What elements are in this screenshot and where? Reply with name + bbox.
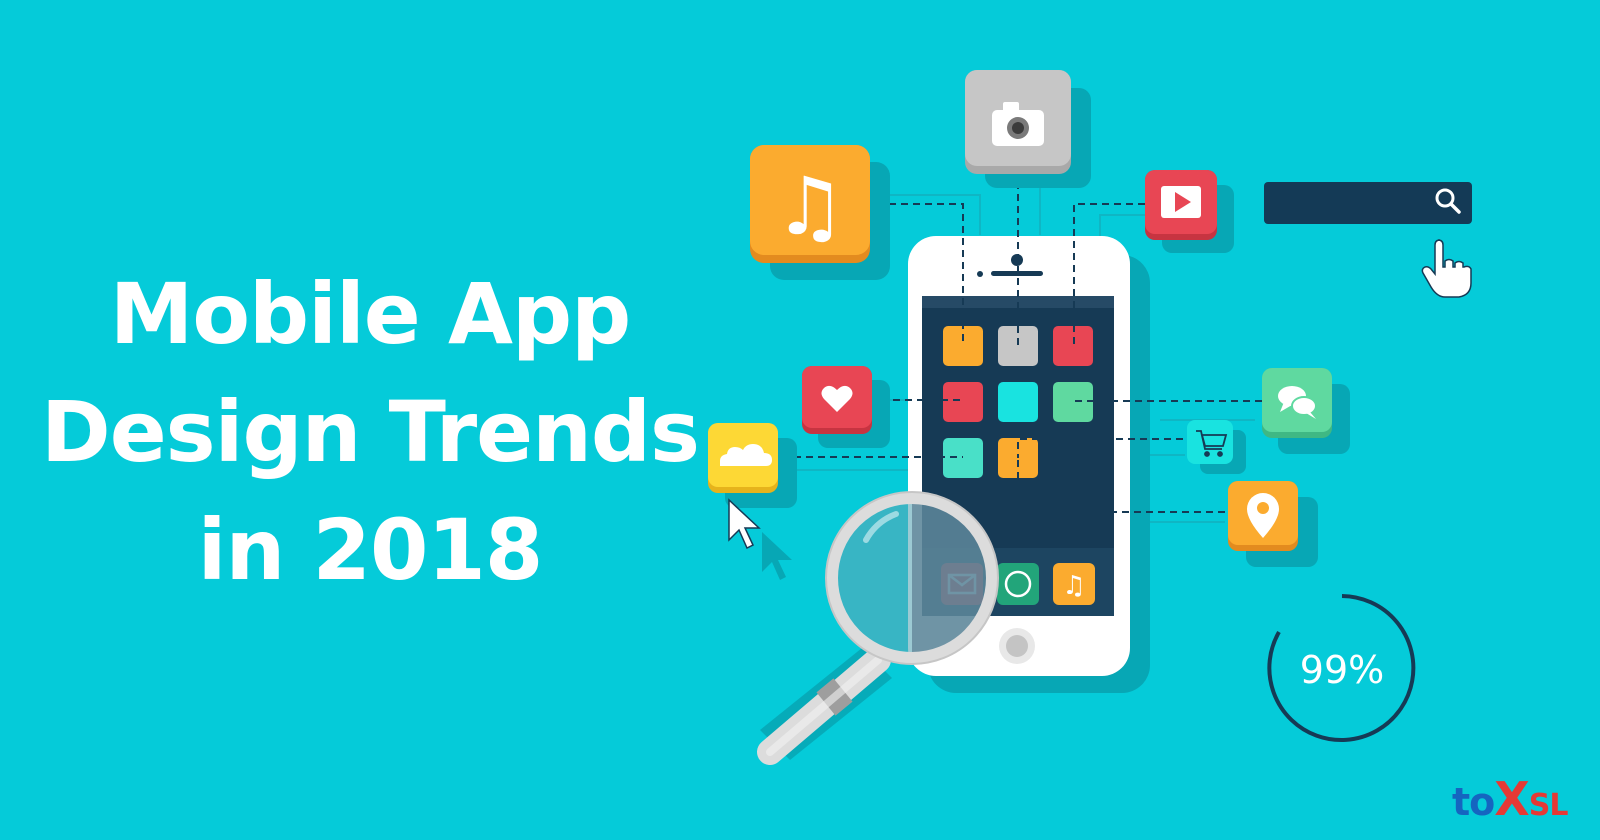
progress-ring: 99%	[1267, 594, 1416, 742]
magnifying-glass-icon	[757, 491, 999, 765]
cloud-app-tile[interactable]	[708, 423, 797, 508]
search-bar[interactable]	[1264, 182, 1472, 224]
phone-sensor	[977, 271, 983, 277]
hand-pointer-icon	[1421, 239, 1472, 298]
progress-label: 99%	[1300, 648, 1384, 692]
music-app-tile[interactable]: ♫	[750, 145, 890, 280]
brand-logo[interactable]: toXSL	[1452, 772, 1568, 826]
arrow-cursor-icon	[728, 498, 792, 580]
video-app-tile[interactable]	[1145, 170, 1234, 253]
heart-app-tile[interactable]	[802, 366, 890, 448]
location-app-tile[interactable]	[1228, 481, 1318, 567]
banner: Mobile App Design Trends in 2018 ♫ ♫ 99%…	[0, 0, 1600, 840]
dock-phone-app[interactable]	[997, 563, 1039, 605]
illustration: ♫ ♫ 99%	[708, 70, 1472, 765]
cart-app-tile[interactable]	[1187, 420, 1246, 474]
screen-app-tile[interactable]	[943, 382, 983, 422]
chat-app-tile[interactable]	[1262, 368, 1350, 454]
screen-app-tile[interactable]	[943, 326, 983, 366]
music-note-icon: ♫	[774, 160, 846, 253]
music-note-icon: ♫	[1062, 571, 1085, 601]
screen-app-tile[interactable]	[998, 382, 1038, 422]
camera-app-tile[interactable]	[965, 70, 1091, 188]
